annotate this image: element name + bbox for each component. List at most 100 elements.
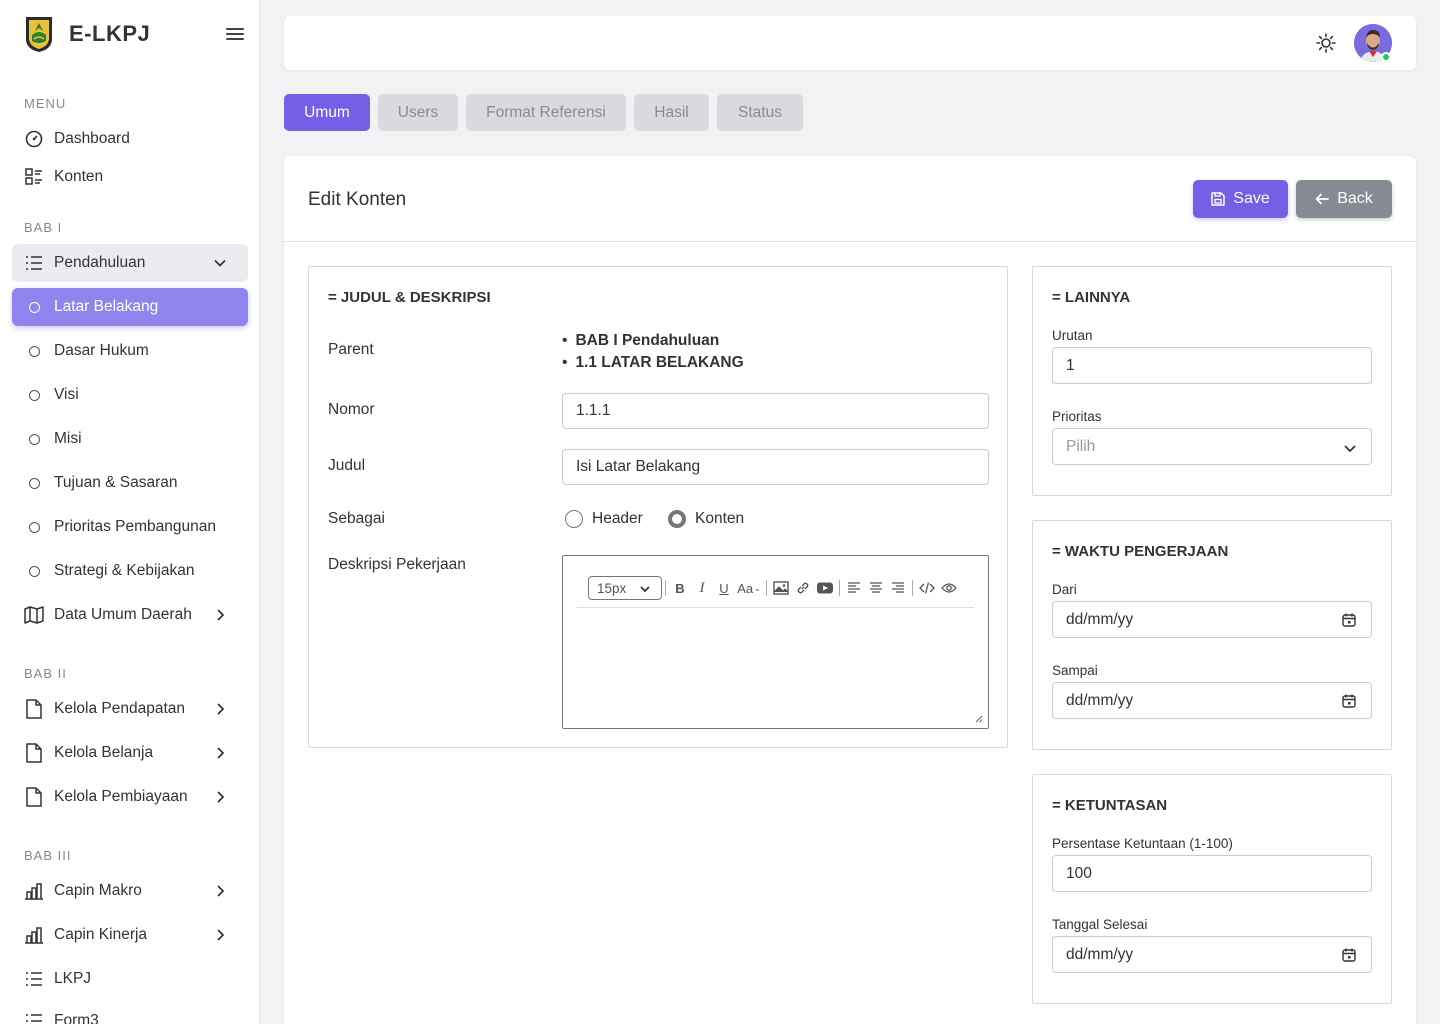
underline-icon[interactable]: U <box>713 576 735 600</box>
sidebar-item-strategi-kebijakan[interactable]: Strategi & Kebijakan <box>12 552 248 590</box>
tanggal-selesai-input[interactable]: dd/mm/yy <box>1052 936 1372 973</box>
tab-hasil[interactable]: Hasil <box>634 94 709 131</box>
chevron-right-icon <box>217 885 225 897</box>
radio-konten[interactable]: Konten <box>668 510 744 528</box>
sidebar-item-latar-belakang[interactable]: Latar Belakang <box>12 288 248 326</box>
sidebar-item-pendahuluan[interactable]: Pendahuluan <box>12 244 248 282</box>
video-icon[interactable] <box>814 576 836 600</box>
map-icon <box>24 605 44 625</box>
rich-text-editor[interactable]: 15px B I U Aa ⌄ <box>562 555 989 729</box>
toolbar-separator <box>665 580 666 596</box>
sidebar-item-visi[interactable]: Visi <box>12 376 248 414</box>
tab-users[interactable]: Users <box>378 94 458 131</box>
back-button[interactable]: Back <box>1296 180 1392 218</box>
chevron-right-icon <box>217 929 225 941</box>
dari-date-input[interactable]: dd/mm/yy <box>1052 601 1372 638</box>
tab-status[interactable]: Status <box>717 94 803 131</box>
save-button-label: Save <box>1233 190 1270 207</box>
editor-toolbar: 15px B I U Aa ⌄ <box>577 576 974 608</box>
italic-icon[interactable]: I <box>691 576 713 600</box>
circle-icon <box>24 297 44 317</box>
section-label-bab-2: BAB II <box>24 666 67 681</box>
align-right-icon[interactable] <box>887 576 909 600</box>
circle-icon <box>24 561 44 581</box>
sidebar-item-kelola-pembiayaan[interactable]: Kelola Pembiayaan <box>12 778 248 816</box>
back-button-label: Back <box>1337 190 1373 207</box>
sampai-label: Sampai <box>1052 663 1098 678</box>
circle-icon <box>24 429 44 449</box>
preview-eye-icon[interactable] <box>938 576 960 600</box>
sidebar-item-label: Kelola Pembiayaan <box>54 788 188 805</box>
tab-format-referensi[interactable]: Format Referensi <box>466 94 626 131</box>
nomor-input[interactable]: 1.1.1 <box>562 393 989 429</box>
align-left-icon[interactable] <box>843 576 865 600</box>
list-icon <box>24 253 44 273</box>
link-icon[interactable] <box>792 576 814 600</box>
sidebar-item-dasar-hukum[interactable]: Dasar Hukum <box>12 332 248 370</box>
text-case-icon[interactable]: Aa ⌄ <box>735 576 763 600</box>
code-icon[interactable] <box>916 576 938 600</box>
sidebar-item-dashboard[interactable]: Dashboard <box>12 120 248 158</box>
sidebar-item-label: Visi <box>54 386 79 403</box>
file-icon <box>24 699 44 719</box>
sidebar-item-kelola-pendapatan[interactable]: Kelola Pendapatan <box>12 690 248 728</box>
sun-icon[interactable] <box>1316 33 1336 53</box>
toolbar-separator <box>912 580 913 596</box>
chevron-down-icon <box>214 259 226 267</box>
radio-circle <box>565 510 583 528</box>
sebagai-label: Sebagai <box>328 510 385 527</box>
online-status-dot <box>1381 52 1391 62</box>
parent-item: BAB I Pendahuluan <box>562 330 744 352</box>
sidebar-item-kelola-belanja[interactable]: Kelola Belanja <box>12 734 248 772</box>
resize-handle-icon[interactable] <box>974 714 983 723</box>
bold-icon[interactable]: B <box>669 576 691 600</box>
calendar-icon[interactable] <box>1341 693 1357 709</box>
radio-circle-checked <box>668 510 686 528</box>
menu-toggle-icon[interactable] <box>226 25 244 43</box>
judul-input[interactable]: Isi Latar Belakang <box>562 449 989 485</box>
dari-label: Dari <box>1052 582 1077 597</box>
align-center-icon[interactable] <box>865 576 887 600</box>
circle-icon <box>24 473 44 493</box>
sampai-date-input[interactable]: dd/mm/yy <box>1052 682 1372 719</box>
list-icon <box>24 969 44 989</box>
sidebar-item-label: Tujuan & Sasaran <box>54 474 178 491</box>
tab-umum[interactable]: Umum <box>284 94 370 131</box>
chevron-down-icon <box>640 586 650 593</box>
sidebar-item-label: Dasar Hukum <box>54 342 149 359</box>
save-button[interactable]: Save <box>1193 180 1288 218</box>
urutan-input[interactable]: 1 <box>1052 347 1372 384</box>
toolbar-separator <box>839 580 840 596</box>
sidebar-item-capin-makro[interactable]: Capin Makro <box>12 872 248 910</box>
sidebar-item-konten[interactable]: Konten <box>12 158 248 196</box>
chevron-down-icon <box>1344 445 1356 453</box>
prioritas-select[interactable]: Pilih <box>1052 428 1372 465</box>
sidebar-item-misi[interactable]: Misi <box>12 420 248 458</box>
sidebar-item-label: Kelola Pendapatan <box>54 700 186 717</box>
sidebar-item-label: Data Umum Daerah <box>54 606 192 623</box>
radio-header[interactable]: Header <box>565 510 643 528</box>
brand[interactable]: E-LKPJ <box>24 14 244 54</box>
sidebar-item-prioritas-pembangunan[interactable]: Prioritas Pembangunan <box>12 508 248 546</box>
card-header: Edit Konten Save Back <box>284 156 1416 242</box>
sidebar-item-form3[interactable]: Form3 <box>12 1002 248 1024</box>
font-size-select[interactable]: 15px <box>588 576 662 600</box>
sidebar-item-tujuan-sasaran[interactable]: Tujuan & Sasaran <box>12 464 248 502</box>
persentase-input[interactable]: 100 <box>1052 855 1372 892</box>
toolbar-separator <box>766 580 767 596</box>
prioritas-label: Prioritas <box>1052 409 1102 424</box>
sidebar-item-lkpj[interactable]: LKPJ <box>12 960 248 998</box>
file-icon <box>24 787 44 807</box>
chevron-right-icon <box>217 609 225 621</box>
calendar-icon[interactable] <box>1341 612 1357 628</box>
deskripsi-label: Deskripsi Pekerjaan <box>328 556 466 573</box>
sidebar-item-data-umum-daerah[interactable]: Data Umum Daerah <box>12 596 248 634</box>
dashboard-icon <box>24 129 44 149</box>
parent-item: 1.1 LATAR BELAKANG <box>562 352 743 374</box>
sidebar-item-label: Prioritas Pembangunan <box>54 518 216 535</box>
sidebar-item-label: Capin Makro <box>54 882 142 899</box>
judul-label: Judul <box>328 457 366 474</box>
image-icon[interactable] <box>770 576 792 600</box>
calendar-icon[interactable] <box>1341 947 1357 963</box>
sidebar-item-capin-kinerja[interactable]: Capin Kinerja <box>12 916 248 954</box>
